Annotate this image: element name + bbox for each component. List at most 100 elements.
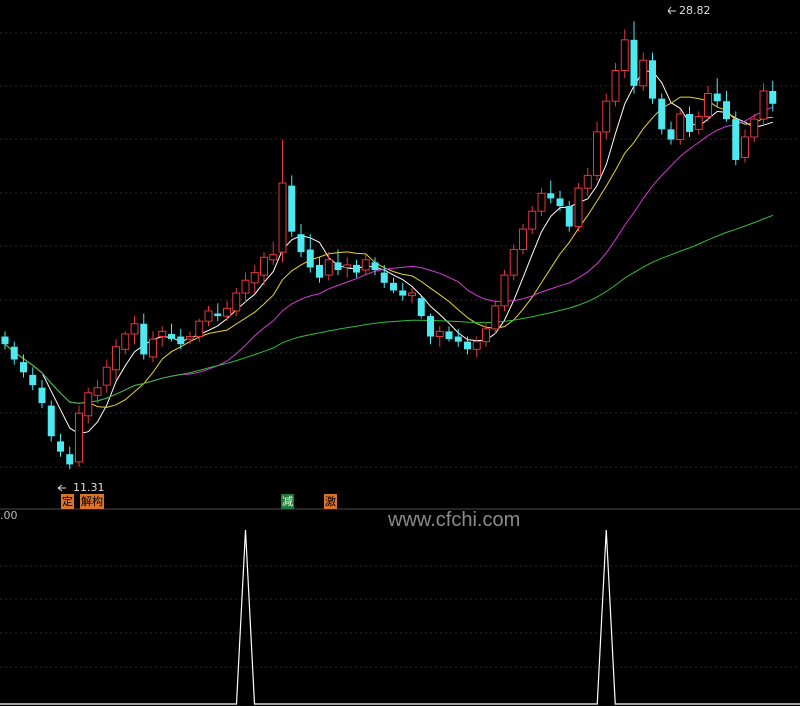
candle-body [102, 366, 111, 386]
candle [759, 83, 768, 125]
candle-body [741, 136, 749, 158]
candle-body [427, 316, 434, 337]
candle-body [482, 328, 490, 343]
candle [593, 121, 601, 181]
candle-body [84, 392, 93, 417]
candle-body [611, 70, 620, 102]
low-price-label: 11.31 [73, 481, 105, 494]
candle-body [168, 333, 175, 340]
candle [140, 313, 148, 360]
candle-body [723, 101, 730, 120]
candle-body [547, 193, 555, 199]
candle [583, 167, 592, 196]
candle [547, 180, 555, 204]
candle-body [769, 90, 777, 104]
candle-body [454, 336, 462, 342]
candle [500, 270, 509, 311]
candle-body [593, 131, 601, 176]
watermark: www.cfchi.com [388, 509, 521, 531]
candle [324, 252, 333, 281]
candle-body [649, 60, 656, 99]
ma5-line [4, 70, 773, 435]
candle [630, 21, 638, 94]
candle-body [353, 264, 360, 273]
candle [537, 188, 546, 217]
candle-body [1, 336, 9, 345]
candle [658, 93, 666, 135]
candle [168, 323, 175, 342]
candle-body [361, 259, 370, 271]
high-price-label: 28.82 [679, 4, 711, 17]
candle-body [464, 341, 471, 350]
candle [649, 52, 656, 104]
candle-body [491, 305, 500, 330]
candle [427, 313, 434, 345]
candle [732, 111, 740, 166]
candle-body [574, 187, 583, 228]
candle [611, 62, 620, 107]
candle-body [306, 249, 314, 268]
candle-body [676, 113, 685, 141]
candle-body [278, 182, 287, 253]
candle [177, 328, 185, 350]
moving-average-lines [4, 70, 773, 435]
ma10-line [4, 96, 773, 408]
candle [667, 121, 675, 145]
candle-body [29, 374, 37, 386]
candle [445, 326, 453, 342]
candle-body [140, 323, 148, 355]
candle-body [602, 100, 611, 133]
candle-body [583, 174, 592, 189]
signal-line [0, 529, 800, 705]
candle-body [704, 93, 712, 118]
candle [260, 252, 268, 286]
candle-body [316, 264, 323, 278]
candle [769, 80, 777, 112]
candle-body [408, 292, 416, 297]
candle-body [186, 336, 194, 340]
candle-body [371, 262, 379, 271]
candle [676, 108, 685, 145]
candle [278, 139, 287, 263]
candle [112, 339, 120, 381]
candle-body [75, 412, 83, 463]
candle [464, 336, 471, 355]
candle-body [232, 292, 241, 312]
candle-body [565, 206, 573, 227]
candle [316, 257, 323, 283]
candle-body [324, 259, 333, 276]
candle [472, 336, 481, 357]
candle-body [297, 234, 305, 253]
candle [250, 264, 259, 294]
candle-body [223, 307, 231, 317]
candle [435, 326, 444, 347]
candle [269, 241, 278, 265]
candle-body [177, 336, 185, 345]
candle-body [343, 264, 352, 268]
signal-tag-jiegou: 解构 [80, 494, 104, 509]
candle [602, 93, 611, 140]
candle-body [445, 331, 453, 340]
candle-body [630, 39, 638, 86]
candle [639, 52, 648, 91]
candle [57, 433, 64, 457]
candle [121, 331, 130, 355]
chart-canvas [0, 6, 800, 705]
candle [713, 78, 721, 107]
candle-body [121, 333, 130, 350]
candle [102, 359, 111, 393]
candle-body [57, 441, 64, 452]
candle [214, 303, 222, 322]
candle [556, 190, 564, 212]
candle-body [158, 330, 167, 338]
candle-body [732, 119, 740, 161]
signal-tag-jian: 减 [281, 494, 294, 509]
candle [417, 295, 425, 319]
candle [306, 234, 314, 273]
candle-body [620, 39, 629, 72]
candle [93, 380, 102, 404]
candle-body [195, 320, 204, 338]
candle-body [260, 256, 268, 276]
candle-body [750, 118, 759, 138]
candle [75, 405, 83, 467]
